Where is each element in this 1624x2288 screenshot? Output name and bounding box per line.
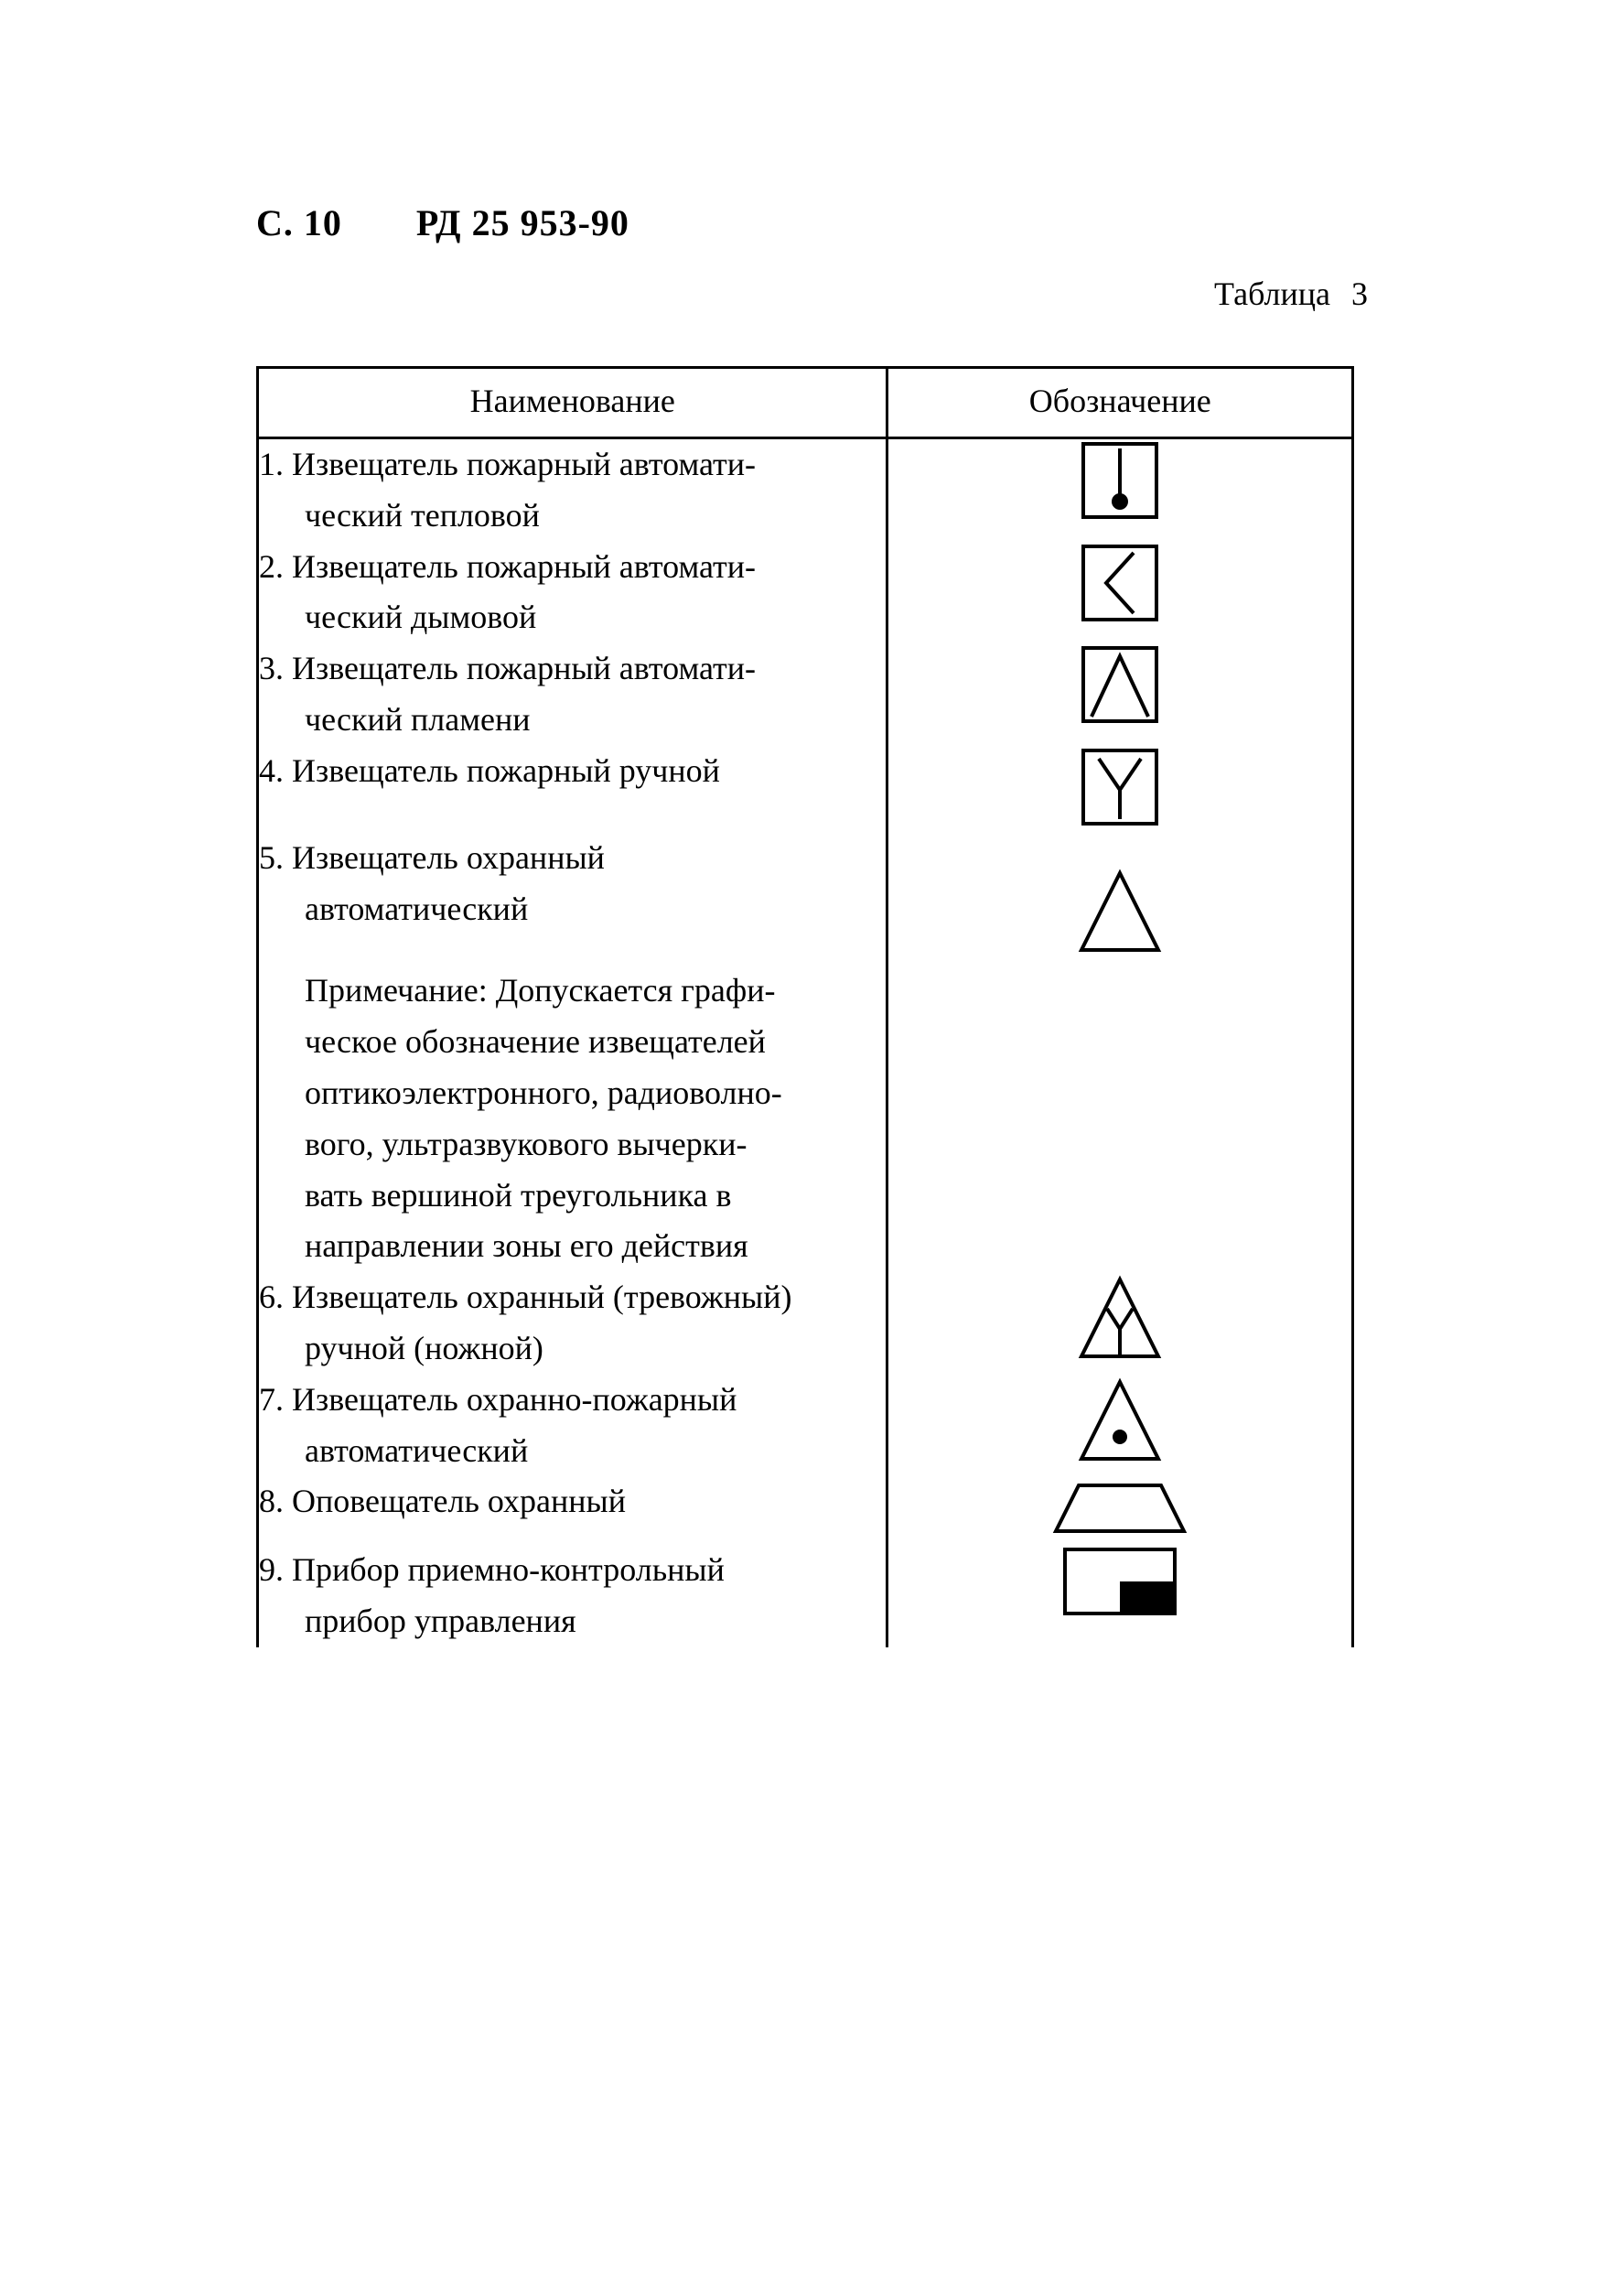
table-row: 6. Извещатель охранный (тревожный) ручно… bbox=[258, 1272, 1353, 1375]
name-line-1: 1. Извещатель пожарный автомати- bbox=[259, 446, 756, 482]
symbol-cell bbox=[887, 1476, 1353, 1545]
table-header-row: Наименование Обозначение bbox=[258, 368, 1353, 438]
name-line-1: 9. Прибор приемно-контрольный bbox=[259, 1551, 725, 1588]
name-line-1: 2. Извещатель пожарный автомати- bbox=[259, 548, 756, 585]
security-manual-call-point-icon bbox=[1074, 1272, 1166, 1364]
table-row: 5. Извещатель охранный автоматический Пр… bbox=[258, 833, 1353, 1272]
name-line-1: 8. Оповещатель охранный bbox=[259, 1483, 626, 1519]
symbols-table: Наименование Обозначение 1. Извещатель п… bbox=[256, 366, 1354, 1647]
table-row: 7. Извещатель охранно-пожарный автоматич… bbox=[258, 1375, 1353, 1477]
table-row: 9. Прибор приемно-контрольный прибор упр… bbox=[258, 1545, 1353, 1647]
name-cell: 9. Прибор приемно-контрольный прибор упр… bbox=[258, 1545, 887, 1647]
col-header-name: Наименование bbox=[258, 368, 887, 438]
table-caption-label: Таблица bbox=[1214, 275, 1330, 312]
table-row: 2. Извещатель пожарный автомати- ческий … bbox=[258, 542, 1353, 644]
table-row: 4. Извещатель пожарный ручной bbox=[258, 746, 1353, 833]
page-header: С. 10 РД 25 953-90 bbox=[256, 201, 629, 244]
control-panel-icon bbox=[1060, 1545, 1179, 1618]
doc-code: РД 25 953-90 bbox=[416, 202, 629, 243]
name-cell: 6. Извещатель охранный (тревожный) ручно… bbox=[258, 1272, 887, 1375]
name-cell: 4. Извещатель пожарный ручной bbox=[258, 746, 887, 833]
name-line-2: ческий дымовой bbox=[259, 592, 886, 643]
flame-detector-icon bbox=[1079, 643, 1161, 726]
name-line-2: прибор управления bbox=[259, 1596, 886, 1647]
name-cell: 3. Извещатель пожарный автомати- ческий … bbox=[258, 643, 887, 746]
page-number: С. 10 bbox=[256, 202, 342, 243]
symbol-cell bbox=[887, 1545, 1353, 1647]
table-row: 8. Оповещатель охранный bbox=[258, 1476, 1353, 1545]
table-caption-number: 3 bbox=[1351, 275, 1368, 312]
table-row: 3. Извещатель пожарный автомати- ческий … bbox=[258, 643, 1353, 746]
name-cell: 8. Оповещатель охранный bbox=[258, 1476, 887, 1545]
symbol-cell bbox=[887, 746, 1353, 833]
symbol-cell bbox=[887, 643, 1353, 746]
security-fire-detector-icon bbox=[1074, 1375, 1166, 1466]
symbol-cell bbox=[887, 1272, 1353, 1375]
symbol-cell bbox=[887, 542, 1353, 644]
manual-fire-call-point-icon bbox=[1079, 746, 1161, 828]
col-header-symbol: Обозначение bbox=[887, 368, 1353, 438]
symbol-cell bbox=[887, 833, 1353, 1272]
heat-detector-icon bbox=[1079, 439, 1161, 522]
symbol-cell bbox=[887, 438, 1353, 542]
note-text: Примечание: Допускается графи- ческое об… bbox=[259, 966, 886, 1272]
symbol-cell bbox=[887, 1375, 1353, 1477]
security-auto-detector-icon bbox=[1074, 866, 1166, 957]
name-line-2: автоматический bbox=[259, 884, 886, 935]
name-line-2: ручной (ножной) bbox=[259, 1323, 886, 1375]
name-cell: 7. Извещатель охранно-пожарный автоматич… bbox=[258, 1375, 887, 1477]
table-caption: Таблица 3 bbox=[1214, 275, 1368, 313]
table-row: 1. Извещатель пожарный автомати- ческий … bbox=[258, 438, 1353, 542]
name-line-1: 7. Извещатель охранно-пожарный bbox=[259, 1381, 737, 1418]
smoke-detector-icon bbox=[1079, 542, 1161, 624]
name-cell: 5. Извещатель охранный автоматический Пр… bbox=[258, 833, 887, 1272]
name-cell: 1. Извещатель пожарный автомати- ческий … bbox=[258, 438, 887, 542]
security-annunciator-icon bbox=[1051, 1476, 1188, 1540]
name-line-1: 3. Извещатель пожарный автомати- bbox=[259, 650, 756, 686]
document-page: С. 10 РД 25 953-90 Таблица 3 Наименовани… bbox=[0, 0, 1624, 2288]
name-line-1: 4. Извещатель пожарный ручной bbox=[259, 752, 720, 789]
name-line-2: ческий пламени bbox=[259, 695, 886, 746]
name-cell: 2. Извещатель пожарный автомати- ческий … bbox=[258, 542, 887, 644]
name-line-2: ческий тепловой bbox=[259, 491, 886, 542]
name-line-2: автоматический bbox=[259, 1426, 886, 1477]
name-line-1: 6. Извещатель охранный (тревожный) bbox=[259, 1279, 792, 1315]
name-line-1: 5. Извещатель охранный bbox=[259, 839, 605, 876]
